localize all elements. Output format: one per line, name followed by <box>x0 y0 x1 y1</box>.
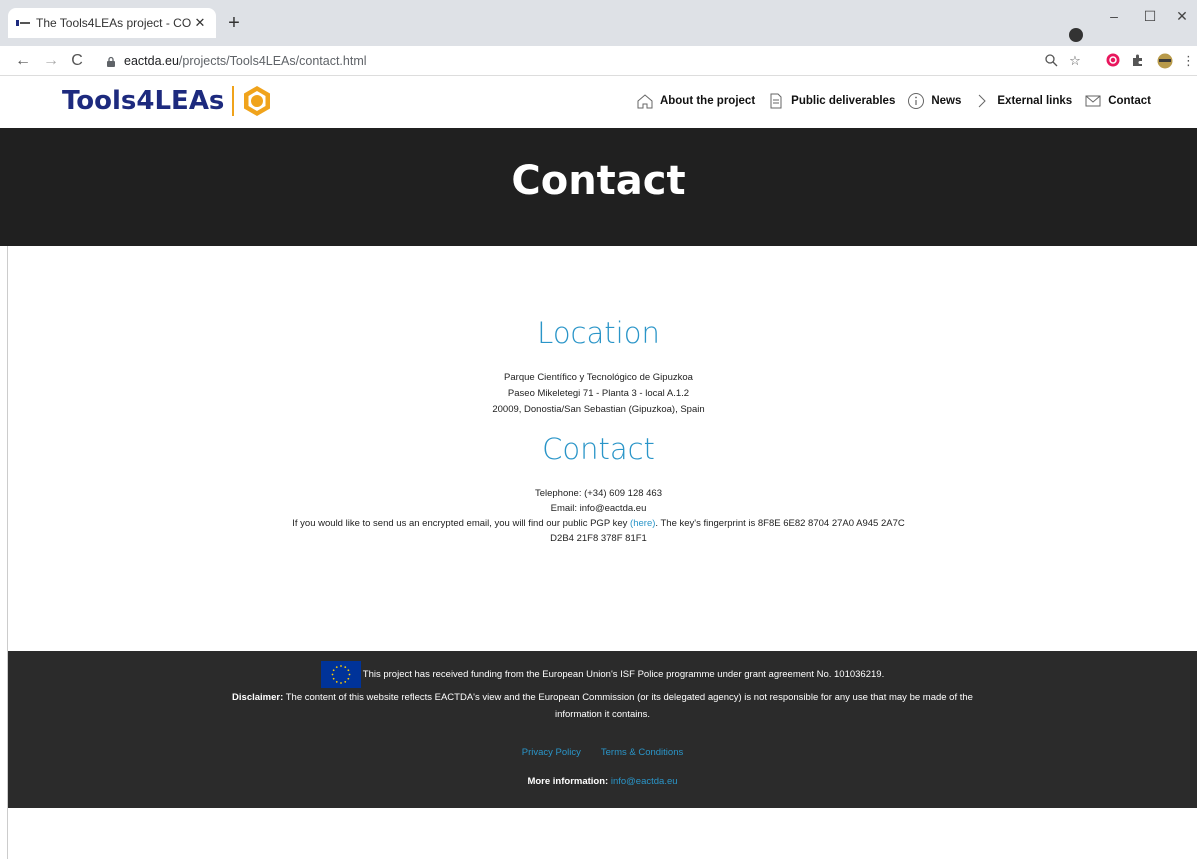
pgp-fingerprint-cont: D2B4 21F8 378F 81F1 <box>550 533 647 544</box>
hexagon-logo-icon <box>244 86 271 116</box>
home-icon <box>637 94 653 109</box>
new-tab-button[interactable]: + <box>222 12 246 36</box>
pgp-text-before: If you would like to send us an encrypte… <box>292 518 631 529</box>
bookmark-star-icon[interactable]: ☆ <box>1067 53 1083 69</box>
nav-public-deliverables[interactable]: Public deliverables <box>767 92 895 110</box>
close-window-button[interactable]: ✕ <box>1168 4 1196 28</box>
tab-favicon-icon <box>16 18 30 28</box>
site-logo[interactable]: Tools4LEAs <box>62 85 272 117</box>
browser-menu-icon[interactable]: ⋮ <box>1182 53 1195 69</box>
eu-flag-icon <box>320 661 361 688</box>
page-title: Contact <box>511 158 686 204</box>
minimize-button[interactable]: – <box>1100 4 1128 28</box>
tab-close-icon[interactable]: ✕ <box>192 15 208 31</box>
nav-label: External links <box>997 95 1073 107</box>
site-footer: This project has received funding from t… <box>8 651 1197 808</box>
telephone-line: Telephone: (+34) 609 128 463 <box>534 488 663 499</box>
footer-email-link[interactable]: info@eactda.eu <box>611 776 678 787</box>
email-line: Email: info@eactda.eu <box>550 503 647 514</box>
extension-red-icon[interactable] <box>1105 53 1121 69</box>
tab-title: The Tools4LEAs project - CONTA <box>36 16 192 30</box>
funding-text: This project has received funding from t… <box>362 669 885 680</box>
envelope-icon <box>1085 95 1101 107</box>
info-icon <box>908 93 925 109</box>
url-path: /projects/Tools4LEAs/contact.html <box>178 54 367 68</box>
location-heading: Location <box>537 316 660 350</box>
lock-icon <box>107 56 115 67</box>
terms-conditions-link[interactable]: Terms & Conditions <box>601 747 683 758</box>
address-line: Paseo Mikeletegi 71 - Planta 3 - local A… <box>507 388 690 399</box>
nav-external-links[interactable]: External links <box>973 92 1072 110</box>
main-navigation: About the project Public deliverables Ne… <box>624 92 1151 110</box>
maximize-button[interactable]: ☐ <box>1136 4 1164 28</box>
address-line: 20009, Donostia/San Sebastian (Gipuzkoa)… <box>492 404 705 415</box>
hero-banner: Contact <box>0 128 1197 246</box>
extensions-puzzle-icon[interactable] <box>1130 53 1146 69</box>
nav-label: Contact <box>1108 95 1151 107</box>
url-host: eactda.eu <box>124 54 179 68</box>
tab-search-icon[interactable] <box>1069 28 1083 42</box>
logo-divider <box>232 86 235 116</box>
browser-tab[interactable]: The Tools4LEAs project - CONTA ✕ <box>8 8 216 38</box>
disclaimer-label: Disclaimer: <box>232 692 284 703</box>
logo-text: Tools4LEAs <box>62 86 225 116</box>
footer-links: Privacy Policy Terms & Conditions <box>8 747 1197 758</box>
nav-label: About the project <box>659 95 756 107</box>
contact-heading: Contact <box>542 432 655 466</box>
reload-icon[interactable]: C <box>66 50 88 72</box>
more-information: More information: info@eactda.eu <box>8 776 1197 787</box>
more-info-label: More information: <box>527 776 609 787</box>
disclaimer-text: The content of this website reflects EAC… <box>283 692 973 720</box>
address-bar[interactable]: eactda.eu/projects/Tools4LEAs/contact.ht… <box>96 49 1096 73</box>
nav-about-the-project[interactable]: About the project <box>636 92 755 110</box>
disclaimer: Disclaimer: The content of this website … <box>8 689 1197 723</box>
funding-notice: This project has received funding from t… <box>8 661 1197 688</box>
address-line: Parque Científico y Tecnológico de Gipuz… <box>504 372 693 383</box>
nav-contact[interactable]: Contact <box>1084 92 1151 110</box>
pgp-key-link[interactable]: (here) <box>630 518 655 529</box>
site-header: Tools4LEAs About the project Public deli… <box>0 77 1197 128</box>
back-arrow-icon[interactable]: ← <box>12 50 34 72</box>
pgp-line: If you would like to send us an encrypte… <box>0 518 1197 529</box>
zoom-icon[interactable] <box>1043 53 1059 69</box>
chevron-right-icon <box>979 94 987 108</box>
pgp-text-after: . The key's fingerprint is 8F8E 6E82 870… <box>655 518 905 529</box>
nav-label: News <box>931 95 962 107</box>
nav-news[interactable]: News <box>907 92 961 110</box>
browser-toolbar: ← → C eactda.eu/projects/Tools4LEAs/cont… <box>0 46 1197 76</box>
nav-label: Public deliverables <box>791 95 896 107</box>
document-icon <box>770 93 782 109</box>
privacy-policy-link[interactable]: Privacy Policy <box>522 747 581 758</box>
forward-arrow-icon[interactable]: → <box>40 50 62 72</box>
profile-avatar[interactable] <box>1156 53 1174 69</box>
